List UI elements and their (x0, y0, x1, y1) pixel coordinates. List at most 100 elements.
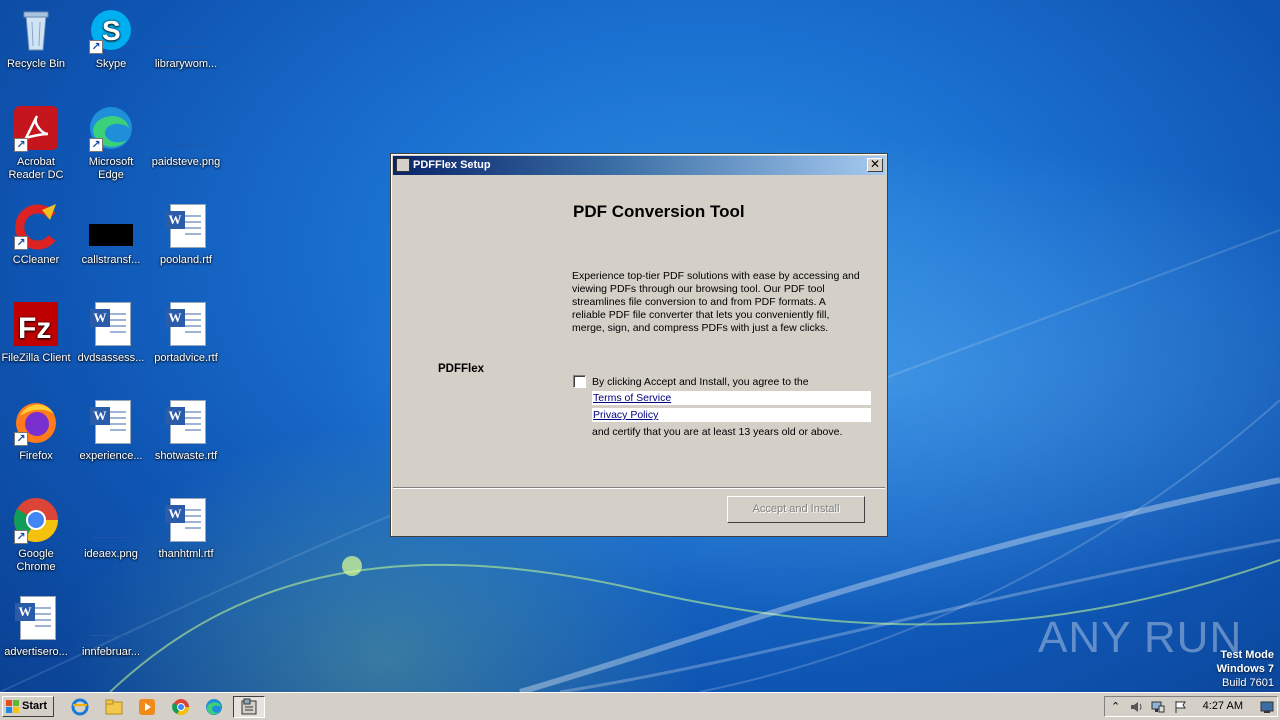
desktop-icon-advertisero[interactable]: W advertisero... (0, 594, 72, 659)
desktop-icon-label: shotwaste.rtf (154, 450, 218, 462)
explorer-folder-icon[interactable] (104, 697, 124, 717)
desktop-icon-label: librarywom... (154, 58, 218, 70)
recycle-bin-icon (12, 6, 60, 54)
desktop-icon-label: Skype (95, 58, 127, 70)
edge-icon: ↗ (87, 104, 135, 152)
desktop-icon-innfebruar[interactable]: innfebruar... (75, 594, 147, 659)
shortcut-arrow-icon: ↗ (14, 138, 28, 152)
test-mode-label: Test Mode (1220, 649, 1274, 661)
ccleaner-icon: ↗ (12, 202, 60, 250)
edge-icon[interactable] (204, 697, 224, 717)
desktop-icon-recycle-bin[interactable]: Recycle Bin (0, 6, 72, 71)
os-label: Windows 7 (1216, 663, 1274, 675)
network-icon[interactable] (1151, 700, 1165, 714)
build-label: Build 7601 (1222, 677, 1274, 689)
desktop-icon-label: Firefox (19, 450, 53, 462)
desktop-icon-label: thanhtml.rtf (158, 548, 214, 560)
desktop-icon-label: Acrobat Reader DC (8, 156, 64, 181)
image-file-icon (87, 496, 135, 544)
volume-icon[interactable] (1129, 700, 1143, 714)
desktop-icon-label: advertisero... (4, 646, 68, 658)
desktop-icon-edge[interactable]: ↗ Microsoft Edge (75, 104, 147, 182)
desktop-icon-label: Microsoft Edge (88, 156, 134, 181)
taskbar: Start ⌃ 4:27 AM (0, 692, 1280, 720)
desktop-icon-thanhtml[interactable]: W thanhtml.rtf (150, 496, 222, 561)
desktop-icon-experience[interactable]: W experience... (75, 398, 147, 463)
desktop-icon-dvdsassess[interactable]: W dvdsassess... (75, 300, 147, 365)
desktop-icon-label: CCleaner (12, 254, 60, 266)
agree-text: By clicking Accept and Install, you agre… (592, 376, 809, 388)
image-file-icon (162, 6, 210, 54)
desktop-icon-callstransf[interactable]: callstransf... (75, 202, 147, 267)
desktop-icon-label: ideaex.png (84, 548, 138, 560)
media-player-icon[interactable] (137, 697, 157, 717)
windows-flag-icon (6, 700, 19, 713)
word-document-icon: W (87, 300, 135, 348)
desktop-icon-label: paidsteve.png (151, 156, 221, 168)
close-button[interactable]: ✕ (867, 158, 883, 172)
product-name: PDFFlex (438, 363, 485, 375)
start-button[interactable]: Start (2, 696, 54, 717)
desktop-icon-filezilla[interactable]: Fz FileZilla Client (0, 300, 72, 365)
show-desktop-icon[interactable] (1260, 700, 1274, 714)
word-document-icon: W (162, 496, 210, 544)
agree-checkbox[interactable] (573, 375, 586, 388)
test-mode-notice: Test Mode Windows 7 Build 7601 (1217, 648, 1274, 690)
shortcut-arrow-icon: ↗ (14, 236, 28, 250)
image-file-icon (87, 202, 135, 250)
word-document-icon: W (87, 398, 135, 446)
dialog-title: PDFFlex Setup (413, 159, 491, 171)
image-file-icon (87, 594, 135, 642)
image-file-icon (162, 104, 210, 152)
shortcut-arrow-icon: ↗ (89, 40, 103, 54)
word-document-icon: W (162, 398, 210, 446)
desktop-icon-label: dvdsassess... (77, 352, 145, 364)
clock[interactable]: 4:27 AM (1203, 700, 1243, 712)
shortcut-arrow-icon: ↗ (14, 432, 28, 446)
terms-of-service-link[interactable]: Terms of Service (592, 391, 871, 405)
desktop-icon-label: Recycle Bin (6, 58, 66, 70)
desktop-icon-label: callstransf... (81, 254, 141, 266)
action-center-flag-icon[interactable] (1173, 700, 1187, 714)
desktop-icon-label: FileZilla Client (1, 352, 71, 364)
desktop-icon-label: pooland.rtf (160, 254, 212, 266)
desktop-icon-chrome[interactable]: ↗ Google Chrome (0, 496, 72, 574)
word-document-icon: W (12, 594, 60, 642)
svg-text:S: S (102, 15, 121, 46)
desktop-icon-paidsteve[interactable]: paidsteve.png (150, 104, 222, 169)
word-document-icon: W (162, 300, 210, 348)
desktop-icon-label: portadvice.rtf (154, 352, 218, 364)
show-hidden-icon[interactable]: ⌃ (1111, 700, 1125, 714)
desktop-icon-label: Google Chrome (16, 548, 56, 573)
chrome-icon[interactable] (171, 697, 191, 717)
word-document-icon: W (162, 202, 210, 250)
chrome-icon: ↗ (12, 496, 60, 544)
privacy-policy-link[interactable]: Privacy Policy (592, 408, 871, 422)
desktop-icon-ccleaner[interactable]: ↗ CCleaner (0, 202, 72, 267)
desktop-icon-firefox[interactable]: ↗ Firefox (0, 398, 72, 463)
close-icon: ✕ (869, 157, 881, 171)
acrobat-icon: ↗ (12, 104, 60, 152)
accept-and-install-button[interactable]: Accept and Install (727, 496, 865, 523)
desktop-icon-ideaex[interactable]: ideaex.png (75, 496, 147, 561)
desktop-icon-librarywom[interactable]: librarywom... (150, 6, 222, 71)
ie-icon[interactable] (70, 697, 90, 717)
desktop-icon-portadvice[interactable]: W portadvice.rtf (150, 300, 222, 365)
desktop-icon-shotwaste[interactable]: W shotwaste.rtf (150, 398, 222, 463)
taskbar-window-pdfflex-setup[interactable] (233, 696, 265, 718)
pdfflex-setup-icon (241, 698, 257, 715)
system-tray: ⌃ 4:27 AM (1104, 696, 1278, 717)
dialog-heading: PDF Conversion Tool (573, 202, 745, 221)
desktop-icon-skype[interactable]: S ↗ Skype (75, 6, 147, 71)
dialog-description: Experience top-tier PDF solutions with e… (572, 270, 860, 334)
start-label: Start (22, 700, 48, 712)
desktop-icon-label: innfebruar... (81, 646, 141, 658)
desktop-icon-acrobat[interactable]: ↗ Acrobat Reader DC (0, 104, 72, 182)
dialog-titlebar[interactable]: PDFFlex Setup ✕ (393, 156, 885, 175)
skype-icon: S ↗ (87, 6, 135, 54)
terms-link-box: Terms of Service (592, 391, 871, 405)
installer-icon (396, 158, 410, 172)
privacy-link-box: Privacy Policy (592, 408, 871, 422)
firefox-icon: ↗ (12, 398, 60, 446)
desktop-icon-pooland[interactable]: W pooland.rtf (150, 202, 222, 267)
